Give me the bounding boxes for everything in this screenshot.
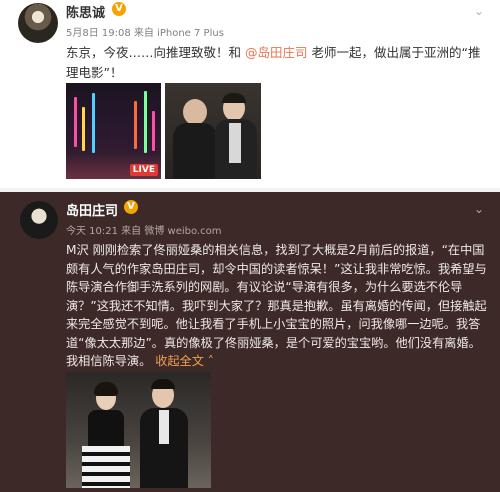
verified-badge-icon: V [112,2,126,16]
weibo-post-chensicheng: 陈思诚 V 5月8日 19:08 来自 iPhone 7 Plus ⌄ 东京，今… [0,0,500,188]
post-meta: 5月8日 19:08 来自 iPhone 7 Plus [66,28,224,39]
author-name[interactable]: 岛田庄司 [66,200,118,219]
man-hair [151,379,175,389]
collapse-label: 收起全文 [155,354,204,368]
avatar[interactable] [20,201,58,239]
person-left-body [173,123,217,179]
person-left-head [183,99,207,125]
person-right-shirt [229,123,241,163]
neon-sign [144,91,147,153]
neon-sign [82,107,85,151]
author-name[interactable]: 陈思诚 [66,2,105,21]
neon-sign [134,101,137,149]
post-body: M沢 刚刚检索了佟丽娅桑的相关信息，找到了大概是2月前后的报道，“在中国颇有人气… [66,243,487,368]
neon-sign [152,111,155,151]
post-image-two-men[interactable] [165,83,261,179]
post-meta: 今天 10:21 来自 微博 weibo.com [66,226,222,237]
person-right-hair [222,93,246,103]
avatar[interactable] [18,3,58,43]
post-image-tokyo-street[interactable]: LIVE [66,83,161,179]
neon-sign [92,93,95,153]
live-badge: LIVE [129,164,158,176]
collapse-link[interactable]: 收起全文 ˄ [151,354,214,368]
mention-link[interactable]: @岛田庄司 [245,45,308,60]
weibo-post-shimada: 岛田庄司 V 今天 10:21 来自 微博 weibo.com ⌄ M沢 刚刚检… [0,192,500,492]
chevron-down-icon[interactable]: ⌄ [474,4,484,18]
woman-skirt [82,446,130,488]
man-shirt [159,410,169,444]
woman-hair [94,382,118,396]
post-image-couple[interactable] [66,372,211,488]
neon-sign [74,97,77,147]
post-text: 东京，今夜……向推理致敬！和 @岛田庄司 老师一起，做出属于亚洲的“推理电影”！ [66,43,486,83]
post-text: M沢 刚刚检索了佟丽娅桑的相关信息，找到了大概是2月前后的报道，“在中国颇有人气… [66,241,490,371]
verified-badge-icon: V [124,200,138,214]
chevron-down-icon[interactable]: ⌄ [474,202,484,216]
woman-dress-top [88,410,124,446]
chevron-up-icon: ˄ [203,354,214,368]
post-text-part: 东京，今夜……向推理致敬！和 [66,45,245,60]
